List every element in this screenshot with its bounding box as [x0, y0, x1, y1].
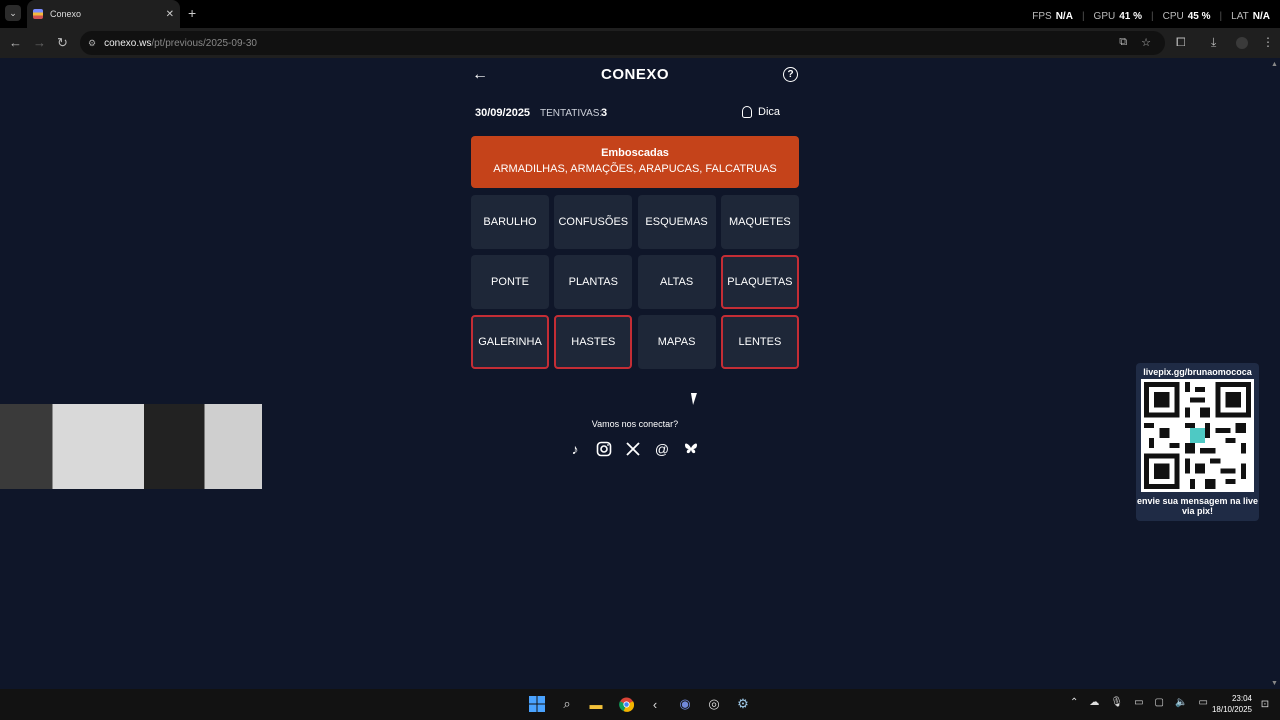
reload-icon[interactable]: ↻ — [57, 35, 68, 51]
file-explorer-icon[interactable]: ▬ — [587, 695, 605, 713]
tab-bar: ⌄ Conexo ✕ + FPS N/A | GPU 41 % | CPU 45… — [0, 0, 1280, 28]
extensions-icon[interactable]: ⧠ — [1176, 35, 1186, 50]
microphone-icon[interactable]: 🎙 — [1110, 697, 1123, 708]
divider: | — [1151, 11, 1154, 22]
download-icon[interactable]: ⤓ — [1211, 35, 1216, 50]
url-host: conexo.ws — [104, 37, 152, 49]
divider: | — [1081, 11, 1085, 22]
menu-icon[interactable]: ⋮ — [1262, 35, 1274, 49]
browser-tab[interactable]: Conexo ✕ — [27, 0, 180, 28]
social-links: ♪ @ — [566, 440, 700, 458]
hint-button[interactable]: Dica — [742, 106, 780, 118]
attempts-count: 3 — [601, 107, 608, 119]
conexo-favicon-icon — [33, 9, 43, 19]
site-info-icon[interactable]: ⚙ — [88, 38, 96, 49]
gpu-value: 41 % — [1119, 11, 1143, 22]
omnibox-actions: ⧉ ☆ — [1119, 36, 1151, 49]
word-grid: BARULHO CONFUSÕES ESQUEMAS MAQUETES PONT… — [471, 195, 799, 369]
word-tile[interactable]: HASTES — [554, 315, 633, 369]
clock-date: 18/10/2025 — [1211, 705, 1252, 714]
word-tile[interactable]: PONTE — [471, 255, 549, 309]
puzzle-date: 30/09/2025 — [475, 107, 531, 119]
mouse-cursor-icon — [690, 393, 700, 405]
word-tile[interactable]: GALERINHA — [471, 315, 549, 369]
page-title: CONEXO — [600, 66, 669, 83]
x-icon[interactable] — [624, 440, 642, 458]
webcam-overlay — [0, 404, 262, 489]
back-icon[interactable]: ← — [9, 35, 22, 51]
steam-icon[interactable]: ⚙ — [734, 695, 752, 713]
qr-top-text: livepix.gg/brunaomococa — [1143, 367, 1252, 377]
close-tab-icon[interactable]: ✕ — [166, 9, 174, 20]
cpu-label: CPU — [1162, 11, 1184, 22]
forward-icon[interactable]: → — [33, 35, 46, 51]
word-tile[interactable]: MAPAS — [637, 315, 716, 369]
help-icon[interactable]: ? — [783, 67, 798, 82]
bluesky-icon[interactable] — [682, 440, 700, 458]
lightbulb-icon — [742, 106, 752, 118]
tab-title: Conexo — [50, 9, 82, 19]
clock-time: 23:04 — [1231, 694, 1252, 703]
threads-icon[interactable]: @ — [653, 440, 671, 458]
chrome-icon[interactable] — [617, 695, 635, 713]
obs-icon[interactable]: ◎ — [705, 695, 723, 713]
instagram-icon[interactable] — [595, 440, 613, 458]
browser-toolbar: ← → ↻ ⚙ conexo.ws /pt/previous/2025-09-3… — [0, 28, 1280, 58]
fps-value: N/A — [1055, 11, 1073, 22]
tray-overflow-icon[interactable]: ⌃ — [1070, 697, 1078, 708]
search-icon[interactable]: ⌕ — [558, 695, 576, 713]
notifications-icon[interactable]: ⊡ — [1256, 695, 1274, 713]
performance-overlay: FPS N/A | GPU 41 % | CPU 45 % | LAT N/A — [1032, 11, 1270, 22]
new-tab-button[interactable]: + — [188, 5, 196, 21]
lat-value: N/A — [1252, 11, 1270, 22]
discord-icon[interactable]: ◉ — [676, 695, 694, 713]
word-tile[interactable]: PLANTAS — [554, 255, 633, 309]
address-bar[interactable]: ⚙ conexo.ws /pt/previous/2025-09-30 ⧉ ☆ — [80, 31, 1165, 55]
windows-start-icon[interactable] — [528, 695, 546, 713]
attempts-label: TENTATIVAS: — [540, 108, 603, 119]
word-tile[interactable]: MAQUETES — [720, 195, 799, 249]
windows-taskbar: ⌕ ▬ ‹ ◉ ◎ ⚙ ⌃ ☁ 🎙 ▭ ▢ 🔈 ▭ 23:04 18/10/20… — [0, 689, 1280, 720]
lat-label: LAT — [1231, 11, 1249, 22]
word-tile[interactable]: ESQUEMAS — [637, 195, 716, 249]
gpu-label: GPU — [1093, 11, 1116, 22]
solved-group-words: ARMADILHAS, ARMAÇÕES, ARAPUCAS, FALCATRU… — [493, 163, 777, 175]
scrollbar-up-arrow-icon[interactable]: ▲ — [1271, 61, 1278, 68]
tiktok-icon[interactable]: ♪ — [566, 440, 584, 458]
hint-label: Dica — [758, 106, 781, 118]
display-icon[interactable]: ▢ — [1155, 697, 1164, 708]
profile-avatar[interactable] — [1236, 37, 1248, 49]
back-arrow-icon[interactable]: ← — [472, 66, 488, 84]
install-app-icon[interactable]: ⧉ — [1119, 36, 1127, 49]
tab-list-button[interactable]: ⌄ — [5, 5, 21, 21]
word-tile[interactable]: ALTAS — [637, 255, 716, 309]
connect-heading: Vamos nos conectar? — [591, 419, 679, 429]
system-clock[interactable]: 23:04 18/10/2025 — [1206, 693, 1252, 715]
solved-group-banner: Emboscadas ARMADILHAS, ARMAÇÕES, ARAPUCA… — [471, 136, 799, 188]
url-path: /pt/previous/2025-09-30 — [151, 37, 257, 49]
cpu-value: 45 % — [1187, 11, 1211, 22]
word-tile[interactable]: CONFUSÕES — [554, 195, 633, 249]
word-tile[interactable]: BARULHO — [471, 195, 549, 249]
divider: | — [1219, 11, 1223, 22]
app-icon[interactable]: ‹ — [646, 695, 664, 713]
bookmark-star-icon[interactable]: ☆ — [1141, 36, 1151, 49]
qr-code — [1141, 379, 1254, 492]
solved-group-name: Emboscadas — [601, 147, 669, 159]
network-icon[interactable]: ▭ — [1134, 697, 1143, 708]
word-tile[interactable]: LENTES — [720, 315, 799, 369]
cloud-icon[interactable]: ☁ — [1089, 697, 1099, 708]
qr-bottom-text: envie sua mensagem na live via pix! — [1136, 496, 1259, 516]
donation-qr-panel: livepix.gg/brunaomococa envie sua mensag… — [1136, 363, 1259, 521]
fps-label: FPS — [1032, 11, 1052, 22]
scrollbar-down-arrow-icon[interactable]: ▼ — [1271, 680, 1278, 687]
system-tray: ⌃ ☁ 🎙 ▭ ▢ 🔈 ▭ — [1070, 697, 1208, 708]
volume-icon[interactable]: 🔈 — [1175, 697, 1187, 708]
word-tile[interactable]: PLAQUETAS — [720, 255, 799, 309]
